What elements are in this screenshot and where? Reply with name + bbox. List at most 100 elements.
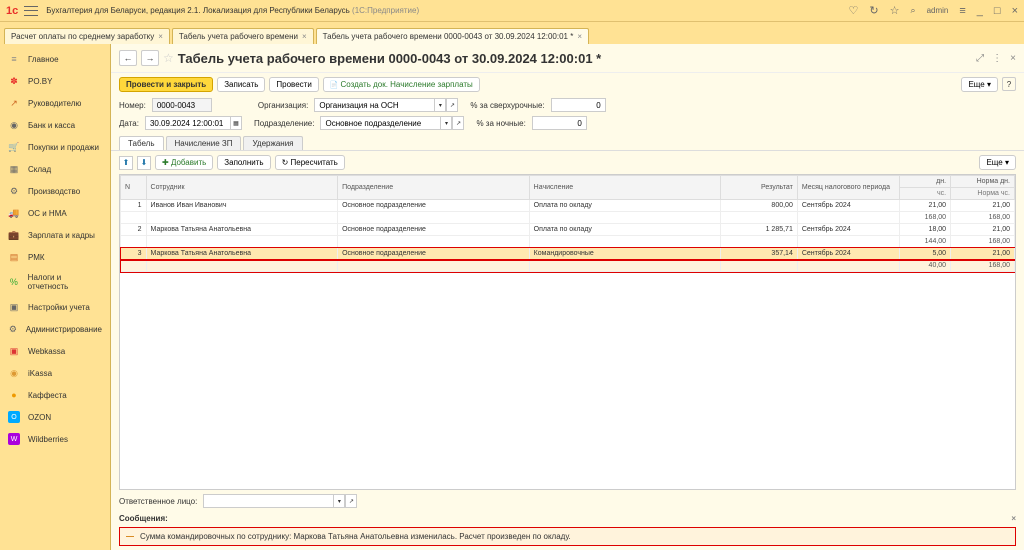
org-dropdown-icon[interactable]: ▾ (434, 98, 446, 112)
sidebar-item-os[interactable]: 🚚ОС и НМА (0, 202, 110, 224)
sidebar-item-main[interactable]: ≡Главное (0, 48, 110, 70)
app-title: Бухгалтерия для Беларуси, редакция 2.1. … (46, 6, 848, 15)
sidebar-item-manager[interactable]: ↗Руководителю (0, 92, 110, 114)
close-icon[interactable]: × (302, 32, 307, 41)
overtime-field[interactable] (551, 98, 606, 112)
bell-icon[interactable]: ♡ (849, 4, 859, 17)
sidebar-item-webkassa[interactable]: ▣Webkassa (0, 340, 110, 362)
dept-dropdown-icon[interactable]: ▾ (440, 116, 452, 130)
maximize-icon[interactable]: □ (994, 5, 1001, 17)
more-button[interactable]: Еще ▾ (961, 77, 998, 92)
table-more-button[interactable]: Еще ▾ (979, 155, 1016, 170)
dept-open-icon[interactable]: ↗ (452, 116, 464, 130)
responsible-field[interactable] (203, 494, 333, 508)
org-open-icon[interactable]: ↗ (446, 98, 458, 112)
post-button[interactable]: Провести (269, 77, 318, 92)
col-result: Результат (721, 176, 798, 200)
app-logo: 1c (6, 5, 18, 17)
dept-label: Подразделение: (254, 119, 315, 128)
date-picker-icon[interactable]: ▦ (230, 116, 242, 130)
night-label: % за ночные: (476, 119, 525, 128)
night-field[interactable] (532, 116, 587, 130)
sidebar-item-settings[interactable]: ▣Настройки учета (0, 296, 110, 318)
col-hours: чс. (900, 188, 951, 200)
move-down-button[interactable]: ⬇ (137, 156, 151, 170)
org-field[interactable] (314, 98, 434, 112)
link-icon[interactable]: ⤢ (976, 53, 984, 64)
col-days: дн. (900, 176, 951, 188)
nav-back-button[interactable]: ← (119, 50, 137, 66)
date-label: Дата: (119, 119, 139, 128)
responsible-dropdown-icon[interactable]: ▾ (333, 494, 345, 508)
org-label: Организация: (258, 101, 308, 110)
message-item[interactable]: — Сумма командировочных по сотруднику: М… (119, 527, 1016, 546)
menu-burger-icon[interactable] (24, 6, 38, 16)
star-icon[interactable]: ☆ (890, 4, 900, 17)
col-emp: Сотрудник (146, 176, 338, 200)
tab-timesheet-doc[interactable]: Табель учета рабочего времени 0000-0043 … (316, 28, 589, 44)
table-row-sub[interactable]: 168,00168,00 (121, 212, 1015, 224)
help-button[interactable]: ? (1002, 77, 1016, 91)
sidebar-item-wildberries[interactable]: WWildberries (0, 428, 110, 450)
settings-icon[interactable]: ≡ (959, 5, 965, 17)
sidebar-item-ozon[interactable]: OOZON (0, 406, 110, 428)
col-norm-hours: Норма чс. (951, 188, 1015, 200)
messages-close-icon[interactable]: × (1011, 514, 1016, 523)
col-n: N (121, 176, 147, 200)
favorite-icon[interactable]: ☆ (163, 51, 174, 65)
messages-label: Сообщения: (119, 514, 168, 523)
fill-button[interactable]: Заполнить (217, 155, 270, 170)
close-app-icon[interactable]: × (1012, 5, 1018, 17)
search-icon[interactable]: ⌕ (911, 5, 916, 16)
nav-forward-button[interactable]: → (141, 50, 159, 66)
subtab-accrual[interactable]: Начисление ЗП (166, 136, 242, 150)
sidebar-item-taxes[interactable]: %Налоги и отчетность (0, 268, 110, 296)
sidebar-item-admin[interactable]: ⚙Администрирование (0, 318, 110, 340)
col-norm-days: Норма дн. (951, 176, 1015, 188)
user-label[interactable]: admin (927, 6, 949, 15)
col-period: Месяц налогового периода (797, 176, 899, 200)
sidebar-item-sales[interactable]: 🛒Покупки и продажи (0, 136, 110, 158)
tab-timesheet-list[interactable]: Табель учета рабочего времени× (172, 28, 314, 44)
move-up-button[interactable]: ⬆ (119, 156, 133, 170)
col-dept: Подразделение (338, 176, 530, 200)
col-acc: Начисление (529, 176, 721, 200)
sidebar-item-bank[interactable]: ◉Банк и касса (0, 114, 110, 136)
recalc-button[interactable]: ↻ Пересчитать (275, 155, 345, 170)
sidebar-item-salary[interactable]: 💼Зарплата и кадры (0, 224, 110, 246)
write-button[interactable]: Записать (217, 77, 265, 92)
menu-dots-icon[interactable]: ⋮ (992, 53, 1002, 64)
table-row[interactable]: 1Иванов Иван ИвановичОсновное подразделе… (121, 200, 1015, 212)
subtab-timesheet[interactable]: Табель (119, 136, 164, 150)
page-title: Табель учета рабочего времени 0000-0043 … (178, 51, 972, 66)
table-row-sub[interactable]: 144,00168,00 (121, 236, 1015, 248)
timesheet-table[interactable]: N Сотрудник Подразделение Начисление Рез… (120, 175, 1015, 272)
table-row[interactable]: 2Маркова Татьяна АнатольевнаОсновное под… (121, 224, 1015, 236)
close-panel-icon[interactable]: × (1010, 53, 1016, 64)
minimize-icon[interactable]: _ (977, 5, 983, 17)
post-close-button[interactable]: Провести и закрыть (119, 77, 213, 92)
history-icon[interactable]: ↻ (869, 4, 878, 17)
sidebar-item-ikassa[interactable]: ◉iKassa (0, 362, 110, 384)
dept-field[interactable] (320, 116, 440, 130)
sidebar-item-warehouse[interactable]: ▦Склад (0, 158, 110, 180)
number-field[interactable] (152, 98, 212, 112)
table-row-sub[interactable]: 40,00168,00 (121, 260, 1015, 272)
responsible-open-icon[interactable]: ↗ (345, 494, 357, 508)
sidebar-item-rmk[interactable]: ▤РМК (0, 246, 110, 268)
overtime-label: % за сверхурочные: (470, 101, 544, 110)
number-label: Номер: (119, 101, 146, 110)
subtab-deductions[interactable]: Удержания (243, 136, 302, 150)
date-field[interactable] (145, 116, 230, 130)
create-salary-doc-button[interactable]: Создать док. Начисление зарплаты (323, 77, 480, 92)
message-text: Сумма командировочных по сотруднику: Мар… (140, 532, 571, 541)
tab-average-pay[interactable]: Расчет оплаты по среднему заработку× (4, 28, 170, 44)
sidebar-item-kaffesta[interactable]: ●Каффеста (0, 384, 110, 406)
sidebar-item-poby[interactable]: ✽PO.BY (0, 70, 110, 92)
close-icon[interactable]: × (158, 32, 163, 41)
close-icon[interactable]: × (577, 32, 582, 41)
table-row[interactable]: 3Маркова Татьяна АнатольевнаОсновное под… (121, 248, 1015, 260)
add-row-button[interactable]: ✚ Добавить (155, 155, 213, 170)
responsible-label: Ответственное лицо: (119, 497, 197, 506)
sidebar-item-production[interactable]: ⚙Производство (0, 180, 110, 202)
